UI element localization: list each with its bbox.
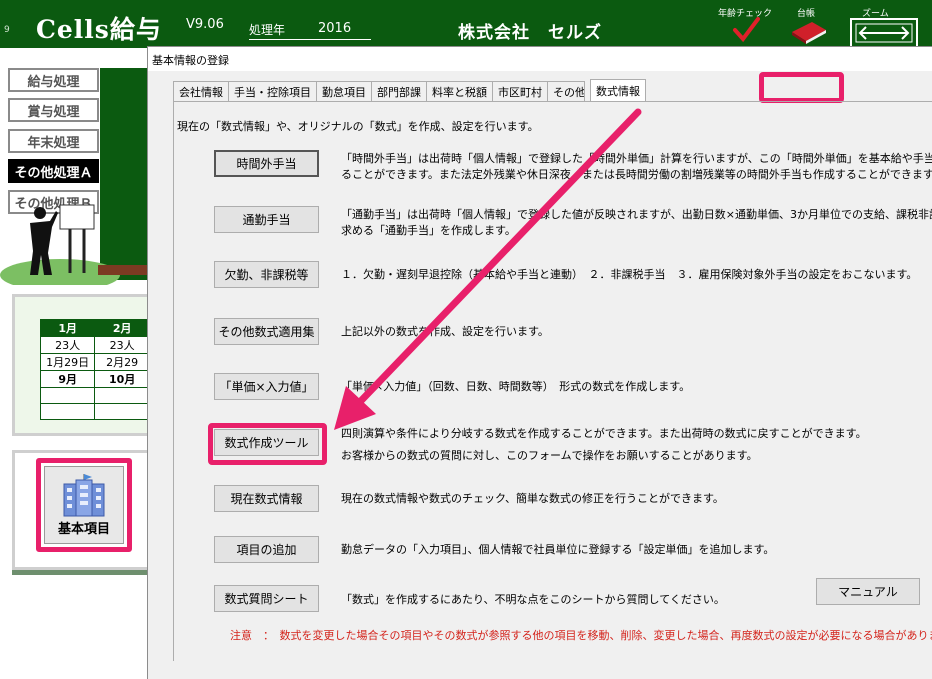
presenter-illustration <box>0 204 150 285</box>
building-icon <box>63 474 105 517</box>
description-line: ることができます。また法定外残業や休日深夜、または長時間労働の割増残業等の時間外… <box>341 168 932 181</box>
calendar-cell <box>39 387 96 404</box>
tab-rates-tax[interactable]: 料率と税額 <box>426 81 493 101</box>
absence-description: １．欠勤・遅刻早退控除（基本給や手当と連動） ２．非課税手当 ３．雇用保険対象外… <box>341 267 917 283</box>
ledger-label: 台帳 <box>797 9 816 19</box>
zoom-arrows-icon <box>855 23 913 43</box>
tab-department[interactable]: 部門部課 <box>371 81 427 101</box>
caution-text: 注意 ： 数式を変更した場合その項目やその数式が参照する他の項目を移動、削除、変… <box>230 629 932 642</box>
current-formula-button[interactable]: 現在数式情報 <box>214 485 319 512</box>
unit-input-description: 「単価×入力値」（回数、日数、時間数等） 形式の数式を作成します。 <box>341 379 690 395</box>
description-line: 勤怠データの「入力項目」、個人情報で社員単位に登録する「設定単価」を追加します。 <box>341 543 775 556</box>
tab-strip: 会社情報 手当・控除項目 勤怠項目 部門部課 料率と税額 市区町村 その他 数式… <box>173 79 646 101</box>
overtime-description: 「時間外手当」は出荷時「個人情報」で登録した「時間外単価」計算を行いますが、この… <box>341 151 932 183</box>
bottom-strip <box>12 570 150 575</box>
tab-highlight <box>759 72 844 103</box>
absence-nontaxable-button[interactable]: 欠勤、非課税等 <box>214 261 319 288</box>
question-sheet-description: 「数式」を作成するにあたり、不明な点をこのシートから質問してください。 <box>341 592 725 608</box>
tab-municipality[interactable]: 市区町村 <box>492 81 548 101</box>
description-line: １．欠勤・遅刻早退控除（基本給や手当と連動） ２．非課税手当 ３．雇用保険対象外… <box>341 268 918 281</box>
processing-year[interactable]: 2016 <box>318 21 351 36</box>
commute-description: 「通勤手当」は出荷時「個人情報」で登録した値が反映されますが、出勤日数×通勤単価… <box>341 207 932 239</box>
manual-button[interactable]: マニュアル <box>816 578 920 605</box>
tab-attendance[interactable]: 勤怠項目 <box>316 81 372 101</box>
header-corner-text: 9 <box>4 25 10 35</box>
other-formulas-button[interactable]: その他数式適用集 <box>214 318 319 345</box>
tab-formula-info[interactable]: 数式情報 <box>590 79 646 101</box>
description-line: 「通勤手当」は出荷時「個人情報」で登録した値が反映されますが、出勤日数×通勤単価… <box>341 208 932 221</box>
calendar-cell: 23人 <box>39 336 96 354</box>
calendar-cell <box>39 403 96 420</box>
base-item-label: 基本項目 <box>57 522 110 537</box>
tab-other[interactable]: その他 <box>547 81 585 101</box>
overtime-allowance-button[interactable]: 時間外手当 <box>214 150 319 177</box>
company-name: 株式会社 セルズ <box>458 23 602 43</box>
intro-text: 現在の「数式情報」や、オリジナルの「数式」を作成、設定を行います。 <box>177 120 539 133</box>
unit-times-input-button[interactable]: 「単価×入力値」 <box>214 373 319 400</box>
year-underline <box>249 39 371 40</box>
menu-other-a[interactable]: その他処理Ａ <box>8 159 99 183</box>
app-title: Cells給与 <box>36 15 162 44</box>
menu-salary[interactable]: 給与処理 <box>8 68 99 92</box>
calendar-cell <box>94 403 150 420</box>
app-header: 9 Cells給与 V9.06 処理年 2016 株式会社 セルズ 年齢チェック… <box>0 0 932 48</box>
book-icon[interactable] <box>790 20 828 44</box>
processing-year-label: 処理年 <box>249 23 286 37</box>
calendar-header: 2月 <box>94 319 150 337</box>
zoom-button[interactable] <box>850 18 918 48</box>
tab-company-info[interactable]: 会社情報 <box>173 81 229 101</box>
calendar-cell: 9月 <box>39 370 96 388</box>
description-line: 求める「通勤手当」を作成します。 <box>341 224 516 237</box>
calendar-cell: 10月 <box>94 370 150 388</box>
description-line: 四則演算や条件により分岐する数式を作成することができます。また出荷時の数式に戻す… <box>341 427 867 440</box>
app-version: V9.06 <box>186 17 224 32</box>
base-item-button[interactable]: 基本項目 <box>44 466 124 544</box>
dialog-title: 基本情報の登録 <box>152 54 229 67</box>
description-line: 「数式」を作成するにあたり、不明な点をこのシートから質問してください。 <box>341 593 725 606</box>
other-formulas-description: 上記以外の数式を作成、設定を行います。 <box>341 324 549 340</box>
current-formula-description: 現在の数式情報や数式のチェック、簡単な数式の修正を行うことができます。 <box>341 491 724 507</box>
menu-bonus[interactable]: 賞与処理 <box>8 98 99 122</box>
formula-question-button[interactable]: 数式質問シート <box>214 585 319 612</box>
description-line: 「単価×入力値」（回数、日数、時間数等） 形式の数式を作成します。 <box>341 380 691 393</box>
formula-tool-description: 四則演算や条件により分岐する数式を作成することができます。また出荷時の数式に戻す… <box>341 423 867 467</box>
description-line: 現在の数式情報や数式のチェック、簡単な数式の修正を行うことができます。 <box>341 492 724 505</box>
basic-info-dialog: 基本情報の登録 会社情報 手当・控除項目 勤怠項目 部門部課 料率と税額 市区町… <box>147 46 932 679</box>
description-line: お客様からの数式の質問に対し、このフォームで操作をお願いすることがあります。 <box>341 449 758 462</box>
description-line: 上記以外の数式を作成、設定を行います。 <box>341 325 549 338</box>
calendar-cell: 23人 <box>94 336 150 354</box>
tab-allowance-deduction[interactable]: 手当・控除項目 <box>228 81 317 101</box>
description-line: 「時間外手当」は出荷時「個人情報」で登録した「時間外単価」計算を行いますが、この… <box>341 152 932 165</box>
calendar-cell: 1月29日 <box>39 353 96 371</box>
add-item-button[interactable]: 項目の追加 <box>214 536 319 563</box>
calendar-table: 1月 2月 23人 23人 1月29日 2月29 9月 10月 <box>39 319 150 420</box>
dialog-titlebar[interactable]: 基本情報の登録 <box>148 47 932 71</box>
commute-allowance-button[interactable]: 通勤手当 <box>214 206 319 233</box>
add-item-description: 勤怠データの「入力項目」、個人情報で社員単位に登録する「設定単価」を追加します。 <box>341 542 774 558</box>
menu-year-end[interactable]: 年末処理 <box>8 129 99 153</box>
calendar-cell: 2月29 <box>94 353 150 371</box>
checkmark-icon[interactable] <box>732 16 760 44</box>
formula-tool-highlight <box>208 423 327 465</box>
calendar-cell <box>94 387 150 404</box>
calendar-header: 1月 <box>39 319 96 337</box>
